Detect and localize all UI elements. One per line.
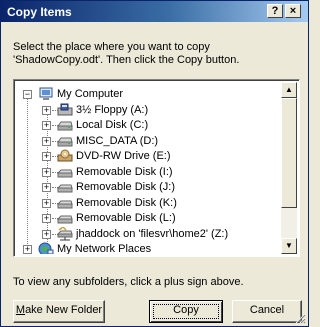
- removable-disk-icon: [57, 184, 73, 193]
- make-new-folder-label: ake New Folder: [25, 304, 103, 316]
- tree-item-label: Removable Disk (L:): [76, 212, 176, 224]
- tree-item-label: My Network Places: [57, 243, 152, 254]
- tree-item[interactable]: + Removable Disk (I:): [16, 164, 278, 180]
- scroll-thumb[interactable]: [281, 98, 297, 208]
- network-places-icon: [38, 242, 54, 254]
- expand-icon[interactable]: +: [42, 183, 51, 192]
- cancel-button[interactable]: Cancel: [232, 300, 302, 323]
- tree-item-label: 3½ Floppy (A:): [76, 103, 149, 116]
- subfolder-hint: To view any subfolders, click a plus sig…: [13, 276, 244, 288]
- expand-icon[interactable]: +: [42, 167, 51, 177]
- hard-disk-icon: [57, 137, 73, 146]
- scroll-down-button[interactable]: ▼: [281, 238, 297, 254]
- copy-button[interactable]: Copy: [149, 300, 223, 323]
- tree-item[interactable]: + Local Disk (C:): [16, 117, 278, 133]
- window-title: Copy Items: [7, 5, 72, 19]
- network-drive-icon: [57, 226, 73, 240]
- tree-item-label: Local Disk (C:): [76, 119, 149, 131]
- instructions-text: Select the place where you want to copy …: [13, 41, 297, 67]
- collapse-icon[interactable]: −: [23, 90, 32, 99]
- tree-item[interactable]: + My Network Places: [16, 241, 278, 254]
- hard-disk-icon: [57, 121, 73, 131]
- instructions-line-1: Select the place where you want to copy: [13, 41, 210, 53]
- copy-items-dialog: Copy Items ? × Select the place where yo…: [0, 0, 309, 327]
- tree-item-label: MISC_DATA (D:): [76, 134, 159, 147]
- tree-item-label: My Computer: [57, 88, 124, 100]
- help-button[interactable]: ?: [267, 4, 283, 18]
- dvd-drive-icon: [57, 149, 73, 162]
- tree-item[interactable]: + DVD-RW Drive (E:): [16, 148, 278, 164]
- tree-item-label: jhaddock on 'filesvr\home2' (Z:): [76, 227, 229, 240]
- tree-item-label: DVD-RW Drive (E:): [76, 150, 171, 162]
- expand-icon[interactable]: +: [42, 136, 51, 146]
- title-bar[interactable]: Copy Items ? ×: [1, 1, 308, 22]
- scroll-up-button[interactable]: ▲: [281, 82, 297, 98]
- tree-item[interactable]: + jhaddock on 'filesvr\home2' (Z:): [16, 226, 278, 242]
- tree-item[interactable]: + Removable Disk (L:): [16, 210, 278, 226]
- tree-item[interactable]: + Removable Disk (K:): [16, 195, 278, 211]
- folder-tree[interactable]: − My Computer +3½ Floppy (A:) + Local Disk (…: [13, 79, 300, 257]
- tree-item[interactable]: + Removable Disk (J:): [16, 179, 278, 195]
- instructions-line-2: 'ShadowCopy.odt'. Then click the Copy bu…: [13, 54, 240, 66]
- tree-item-label: Removable Disk (K:): [76, 196, 177, 209]
- make-new-folder-access-key: M: [15, 304, 26, 316]
- tree-item[interactable]: +3½ Floppy (A:): [16, 102, 278, 118]
- removable-disk-icon: [57, 215, 73, 224]
- expand-icon[interactable]: +: [42, 229, 51, 239]
- tree-item-label: Removable Disk (J:): [76, 181, 176, 193]
- resize-grip-icon[interactable]: [294, 312, 306, 324]
- computer-icon: [39, 87, 53, 100]
- make-new-folder-button[interactable]: Make New Folder: [13, 300, 105, 323]
- expand-icon[interactable]: +: [42, 198, 51, 208]
- expand-icon[interactable]: +: [23, 245, 32, 254]
- expand-icon[interactable]: +: [42, 121, 51, 130]
- removable-disk-icon: [57, 169, 73, 177]
- focus-rectangle: [153, 304, 219, 319]
- tree-scrollbar[interactable]: ▲ ▼: [281, 82, 297, 254]
- tree-item[interactable]: + MISC_DATA (D:): [16, 133, 278, 149]
- tree-item[interactable]: − My Computer: [16, 86, 278, 102]
- expand-icon[interactable]: +: [42, 105, 51, 115]
- folder-tree-items: − My Computer +3½ Floppy (A:) + Local Disk (…: [16, 82, 282, 254]
- expand-icon[interactable]: +: [42, 214, 51, 223]
- removable-disk-icon: [57, 200, 73, 208]
- expand-icon[interactable]: +: [42, 152, 51, 161]
- close-button[interactable]: ×: [285, 4, 301, 18]
- tree-item-label: Removable Disk (I:): [76, 165, 173, 178]
- floppy-drive-icon: [57, 103, 73, 115]
